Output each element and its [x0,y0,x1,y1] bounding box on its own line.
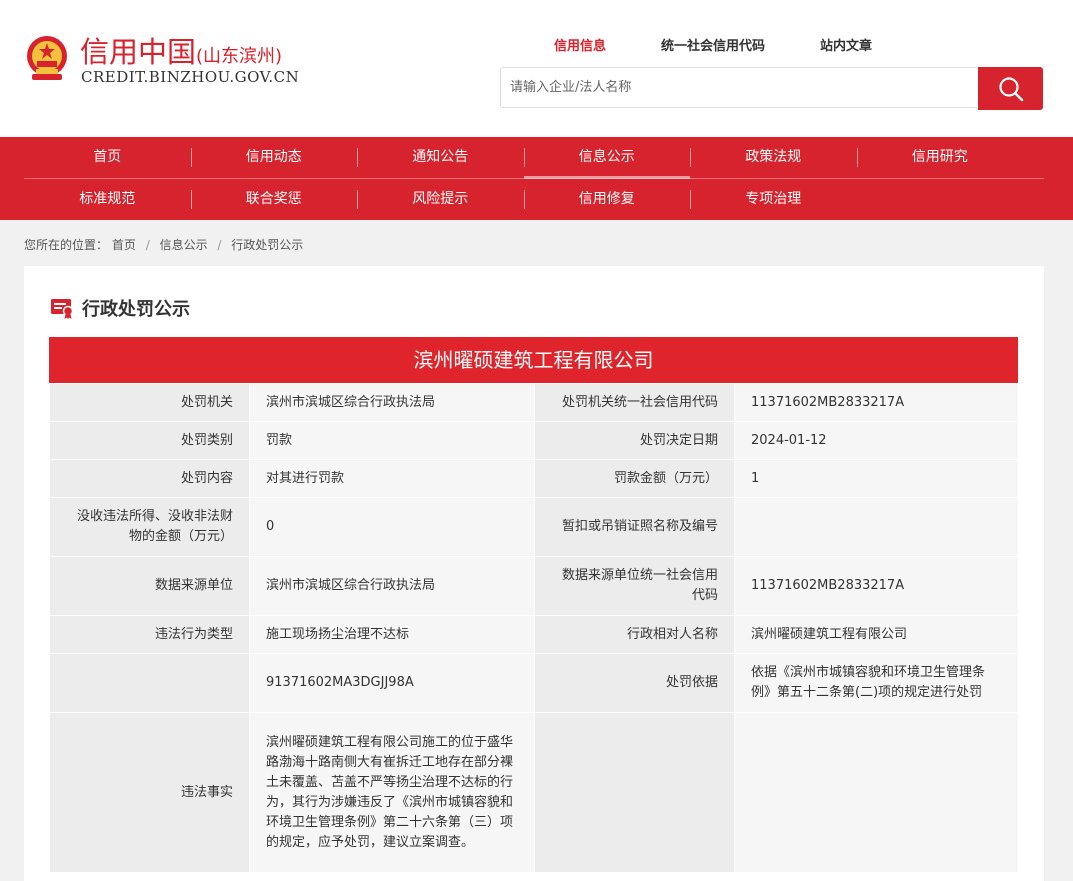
field-label: 违法行为类型 [49,615,250,654]
site-logo[interactable]: 信用中国(山东滨州) CREDIT.BINZHOU.GOV.CN [24,34,324,90]
nav-item-row2-2[interactable]: 风险提示 [357,179,524,220]
field-value: 滨州市滨城区综合行政执法局 [249,383,535,422]
nav-item-row2-3[interactable]: 信用修复 [523,179,691,220]
field-label: 处罚依据 [534,653,735,713]
field-label [49,653,250,713]
nav-item-row1-1[interactable]: 信用动态 [190,137,358,178]
search-button[interactable] [978,67,1043,110]
table-row: 91371602MA3DGJJ98A 处罚依据 依据《滨州市城镇容貌和环境卫生管理条… [49,653,1019,713]
field-value: 11371602MB2833217A [734,556,1019,616]
field-value: 91371602MA3DGJJ98A [249,653,535,713]
nav-item-row1-0[interactable]: 首页 [24,137,191,178]
field-label: 数据来源单位 [49,556,250,616]
search-input[interactable] [500,67,977,108]
breadcrumb-home[interactable]: 首页 [112,238,136,252]
panel-title: 行政处罚公示 [50,296,190,320]
table-row: 处罚内容 对其进行罚款 罚款金额（万元） 1 [49,459,1019,498]
field-label: 处罚决定日期 [534,421,735,460]
table-row: 没收违法所得、没收非法财物的金额（万元） 0 暂扣或吊销证照名称及编号 [49,497,1019,557]
national-emblem-icon [27,36,67,80]
main-nav: 首页 信用动态 通知公告 信息公示 政策法规 信用研究 标准规范 联合奖惩 风险提示 信用修复专… [0,137,1073,220]
breadcrumb-info[interactable]: 信息公示 [160,238,208,252]
field-value: 施工现场扬尘治理不达标 [249,615,535,654]
table-row: 处罚类别 罚款 处罚决定日期 2024-01-12 [49,421,1019,460]
field-value: 11371602MB2833217A [734,383,1019,422]
field-label [534,712,735,873]
field-label: 没收违法所得、没收非法财物的金额（万元） [49,497,250,557]
field-label: 暂扣或吊销证照名称及编号 [534,497,735,557]
field-value: 1 [734,459,1019,498]
nav-item-row2-0[interactable]: 标准规范 [24,179,191,220]
certificate-icon [51,299,74,319]
field-value: 依据《滨州市城镇容貌和环境卫生管理条例》第五十二条第(二)项的规定进行处罚 [734,653,1019,713]
search-tab-0[interactable]: 信用信息 [554,35,606,54]
site-header: 信用中国(山东滨州) CREDIT.BINZHOU.GOV.CN 信用信息 统一社… [0,0,1073,137]
field-value: 滨州市滨城区综合行政执法局 [249,556,535,616]
field-value [734,497,1019,557]
table-row: 处罚机关 滨州市滨城区综合行政执法局 处罚机关统一社会信用代码 11371602MB2… [49,383,1019,422]
table-row: 违法事实 滨州曜硕建筑工程有限公司施工的位于盛华路渤海十路南侧大有崔拆迁工地存在部… [49,712,1019,873]
field-value: 罚款 [249,421,535,460]
nav-item-row1-3[interactable]: 信息公示 [523,137,691,179]
field-label: 罚款金额（万元） [534,459,735,498]
nav-row-2: 标准规范 联合奖惩 风险提示 信用修复 专项治理 [24,179,1044,220]
logo-url: CREDIT.BINZHOU.GOV.CN [81,68,300,86]
field-value: 对其进行罚款 [249,459,535,498]
search-icon [998,76,1023,101]
company-name: 滨州曜硕建筑工程有限公司 [49,337,1018,383]
field-value: 滨州曜硕建筑工程有限公司 [734,615,1019,654]
field-label: 行政相对人名称 [534,615,735,654]
nav-item-row2-1[interactable]: 联合奖惩 [190,179,358,220]
field-value: 2024-01-12 [734,421,1019,460]
nav-item-row1-5[interactable]: 信用研究 [856,137,1024,178]
breadcrumb-separator: / [145,238,150,252]
field-label: 处罚机关 [49,383,250,422]
field-value: 0 [249,497,535,557]
field-label: 处罚类别 [49,421,250,460]
nav-item-row1-2[interactable]: 通知公告 [357,137,524,178]
nav-item-row2-4[interactable]: 专项治理 [690,179,857,220]
search-tabs: 信用信息 统一社会信用代码 站内文章 [554,35,927,54]
nav-row-1: 首页 信用动态 通知公告 信息公示 政策法规 信用研究 [24,137,1044,179]
breadcrumb: 您所在的位置： 首页 / 信息公示 / 行政处罚公示 [24,236,303,253]
table-row: 数据来源单位 滨州市滨城区综合行政执法局 数据来源单位统一社会信用代码 1137160… [49,556,1019,616]
nav-item-row1-4[interactable]: 政策法规 [690,137,857,178]
search-tab-1[interactable]: 统一社会信用代码 [661,35,765,54]
field-label: 数据来源单位统一社会信用代码 [534,556,735,616]
logo-region: (山东滨州) [196,46,283,67]
breadcrumb-current[interactable]: 行政处罚公示 [231,238,303,252]
panel-title-text: 行政处罚公示 [82,299,190,320]
field-value: 滨州曜硕建筑工程有限公司施工的位于盛华路渤海十路南侧大有崔拆迁工地存在部分裸土未… [249,712,535,873]
field-label: 处罚内容 [49,459,250,498]
penalty-info-table: 处罚机关 滨州市滨城区综合行政执法局 处罚机关统一社会信用代码 11371602MB2… [49,383,1019,873]
search-tab-2[interactable]: 站内文章 [820,35,872,54]
search-box [500,67,1043,110]
breadcrumb-prefix: 您所在的位置： [24,238,109,252]
content-panel: 行政处罚公示 滨州曜硕建筑工程有限公司 处罚机关 滨州市滨城区综合行政执法局 处罚机… [24,266,1044,881]
field-value [734,712,1019,873]
breadcrumb-separator: / [217,238,222,252]
field-label: 违法事实 [49,712,250,873]
table-row: 违法行为类型 施工现场扬尘治理不达标 行政相对人名称 滨州曜硕建筑工程有限公司 [49,615,1019,654]
field-label: 处罚机关统一社会信用代码 [534,383,735,422]
